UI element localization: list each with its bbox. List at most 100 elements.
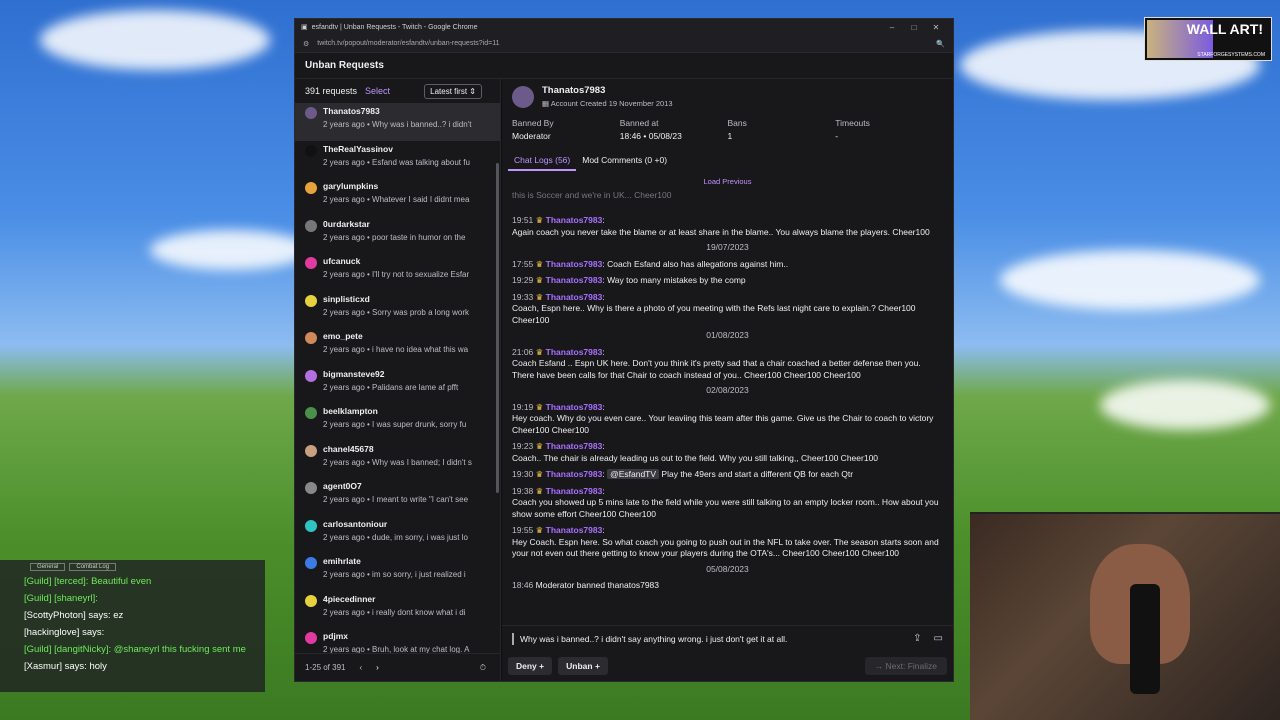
- maximize-icon[interactable]: □: [903, 23, 925, 32]
- request-username: chanel45678: [323, 443, 374, 454]
- avatar: [305, 294, 317, 307]
- chat-log-line: 19:29 ♛ Thanatos7983: Way too many mista…: [512, 275, 746, 285]
- date-divider: 19/07/2023: [706, 242, 749, 252]
- date-divider: 05/08/2023: [706, 563, 749, 574]
- chat-line: [Xasmur] says: holy: [24, 659, 265, 674]
- request-preview: 2 years ago • i have no idea what this w…: [323, 345, 469, 354]
- cloud: [150, 230, 310, 270]
- chat-log-line: 19:55 ♛ Thanatos7983: Hey Coach. Espn her…: [512, 525, 939, 558]
- list-item[interactable]: chanel45678 2 years ago • Why was I banne…: [295, 441, 500, 479]
- log-username[interactable]: Thanatos7983: [546, 259, 603, 269]
- logo-subtext: STARFORGESYSTEMS.COM: [1197, 52, 1265, 58]
- list-item[interactable]: garylumpkins 2 years ago • Whatever I sai…: [295, 178, 500, 216]
- sort-dropdown[interactable]: Latest first ⇕: [424, 83, 482, 99]
- calendar-icon: ▦: [542, 99, 550, 108]
- address-bar[interactable]: ⚙ twitch.tv/popout/moderator/esfandtv/un…: [295, 35, 953, 53]
- log-username[interactable]: Thanatos7983: [546, 486, 603, 496]
- log-text: Coach you showed up 5 mins late to the f…: [512, 497, 939, 519]
- window-title: esfandtv | Unban Requests - Twitch - Goo…: [311, 23, 478, 31]
- chat-log-line: 19:38 ♛ Thanatos7983: Coach you showed up…: [512, 485, 939, 519]
- comment-icon[interactable]: ▭: [934, 633, 943, 644]
- request-preview: 2 years ago • I meant to write "I can't …: [323, 495, 469, 504]
- request-username: bigmansteve92: [323, 368, 385, 379]
- list-item[interactable]: bigmansteve92 2 years ago • Palidans are …: [295, 366, 500, 404]
- request-count: 391 requests: [305, 86, 358, 96]
- chat-line: [Guild] [terced]: Beautiful even: [24, 574, 265, 589]
- mention[interactable]: @EsfandTV: [607, 469, 660, 479]
- account-created-text: Account Created 19 November 2013: [550, 99, 673, 108]
- log-text: Way too many mistakes by the comp: [607, 275, 746, 285]
- deny-label: Deny: [516, 661, 537, 671]
- list-item[interactable]: beelklampton 2 years ago • I was super dr…: [295, 403, 500, 441]
- tab-chat-logs[interactable]: Chat Logs (56): [508, 151, 577, 171]
- date-divider: 02/08/2023: [706, 385, 749, 395]
- pagination-text: 1-25 of 391: [305, 663, 346, 672]
- tab-mod-comments[interactable]: Mod Comments (0 +0): [576, 151, 673, 171]
- list-item[interactable]: Thanatos7983 2 years ago • Why was i bann…: [295, 103, 500, 141]
- log-username[interactable]: Thanatos7983: [546, 215, 603, 225]
- chat-line: [ScottyPhoton] says: ez: [24, 608, 265, 623]
- list-item[interactable]: 0urdarkstar 2 years ago • poor taste in h…: [295, 216, 500, 254]
- request-preview: 2 years ago • Why was i banned..? i didn…: [323, 120, 472, 129]
- unban-reason: Why was i banned..? i didn't say anythin…: [502, 625, 953, 651]
- list-item[interactable]: ufcanuck 2 years ago • I'll try not to se…: [295, 253, 500, 291]
- request-preview: 2 years ago • Sorry was prob a long work: [323, 307, 469, 317]
- microphone-icon: [1130, 584, 1160, 694]
- list-item[interactable]: emo_pete 2 years ago • i have no idea wha…: [295, 328, 500, 366]
- prev-page-icon[interactable]: ‹: [359, 663, 362, 672]
- log-time: 21:06: [512, 346, 534, 357]
- request-preview: 2 years ago • I was super drunk, sorry f…: [323, 420, 467, 429]
- list-item[interactable]: agent0O7 2 years ago • I meant to write "…: [295, 478, 500, 516]
- deny-button[interactable]: Deny +: [508, 657, 553, 675]
- next-finalize-button[interactable]: → Next: Finalize: [864, 657, 947, 675]
- log-username[interactable]: Thanatos7983: [546, 469, 603, 479]
- log-username[interactable]: Thanatos7983: [546, 441, 603, 451]
- log-username[interactable]: Thanatos7983: [546, 275, 603, 285]
- unban-button[interactable]: Unban +: [558, 657, 608, 675]
- stat-value: 18:46 • 05/08/23: [619, 131, 682, 141]
- list-item[interactable]: emihrlate 2 years ago • im so sorry, i ju…: [295, 553, 500, 591]
- log-username[interactable]: Thanatos7983: [546, 525, 603, 535]
- chat-tab-general[interactable]: General: [30, 563, 66, 571]
- chat-line: [Guild] [dangitNicky]: @shaneyrl this fu…: [24, 642, 265, 657]
- list-item[interactable]: carlosantoniour 2 years ago • dude, im so…: [295, 516, 500, 554]
- stat-label: Banned By: [512, 118, 554, 128]
- list-item[interactable]: 4piecedinner 2 years ago • i really dont …: [295, 591, 500, 629]
- minimize-icon[interactable]: –: [881, 23, 903, 32]
- log-time: 19:55: [512, 525, 534, 535]
- zoom-icon[interactable]: 🔍: [936, 40, 945, 48]
- list-item[interactable]: sinplisticxd 2 years ago • Sorry was prob…: [295, 291, 500, 329]
- scrollbar[interactable]: [496, 163, 499, 493]
- list-item[interactable]: TheRealYassinov 2 years ago • Esfand was …: [295, 141, 500, 179]
- share-icon[interactable]: ⇪: [913, 633, 921, 644]
- log-username[interactable]: Thanatos7983: [546, 347, 603, 357]
- load-previous-button[interactable]: Load Previous: [502, 177, 953, 186]
- reason-text: Why was i banned..? i didn't say anythin…: [520, 633, 788, 644]
- avatar: [305, 594, 317, 607]
- webcam-feed: [970, 512, 1280, 720]
- next-page-icon[interactable]: ›: [376, 663, 379, 672]
- log-time: 19:38: [512, 485, 534, 496]
- request-detail-panel: Thanatos7983 ▦ Account Created 19 Novemb…: [502, 79, 953, 681]
- history-icon[interactable]: ⏱: [480, 663, 486, 673]
- avatar: [512, 85, 534, 108]
- chat-logs: this is Soccer and we're in UK... Cheer1…: [502, 186, 953, 592]
- avatar: [305, 407, 317, 419]
- stat-item: Timeouts -: [835, 118, 943, 141]
- avatar: [305, 257, 317, 269]
- stat-label: Bans: [727, 118, 747, 128]
- request-list-panel: 391 requests Select Latest first ⇕ Thana…: [295, 79, 501, 681]
- cheer-badge-icon: ♛: [535, 469, 544, 479]
- close-icon[interactable]: ✕: [925, 23, 947, 32]
- select-button[interactable]: Select: [365, 86, 390, 96]
- chat-tab-combat-log[interactable]: Combat Log: [69, 563, 117, 571]
- log-username[interactable]: Thanatos7983: [546, 402, 603, 412]
- url-text[interactable]: twitch.tv/popout/moderator/esfandtv/unba…: [309, 40, 936, 47]
- username[interactable]: Thanatos7983: [542, 85, 673, 96]
- wall-art-logo: WALL ART! STARFORGESYSTEMS.COM: [1144, 17, 1272, 61]
- cheer-badge-icon: ♛: [535, 401, 544, 412]
- cheer-badge-icon: ♛: [535, 525, 544, 535]
- log-username[interactable]: Thanatos7983: [546, 292, 603, 302]
- chat-line: [Guild] [shaneyrl]:: [24, 591, 265, 606]
- avatar: [305, 482, 317, 494]
